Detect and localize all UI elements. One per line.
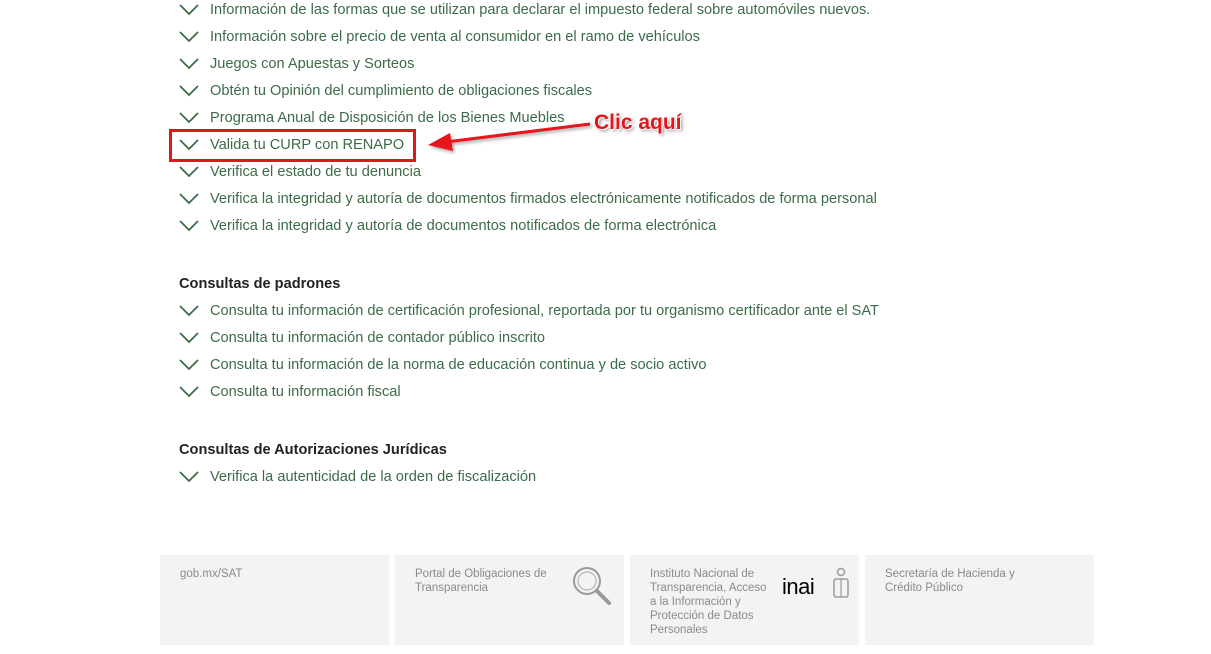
list-item[interactable]: Verifica la autenticidad de la orden de … [178,467,536,494]
chevron-down-icon [179,58,199,70]
list-item[interactable]: Obtén tu Opinión del cumplimiento de obl… [178,81,877,108]
chevron-down-icon [179,193,199,205]
list-item[interactable]: Verifica la integridad y autoría de docu… [178,216,877,243]
list-item-label: Consulta tu información de la norma de e… [210,357,707,373]
autorizaciones-list: Verifica la autenticidad de la orden de … [178,467,536,494]
list-item-label: Obtén tu Opinión del cumplimiento de obl… [210,83,593,99]
chevron-down-icon [179,112,199,124]
chevron-down-icon [179,166,199,178]
chevron-down-icon [179,332,199,344]
footer-link-text: Instituto Nacional de Transparencia, Acc… [650,568,767,636]
list-item[interactable]: Verifica el estado de tu denuncia [178,162,877,189]
list-item[interactable]: Consulta tu información de la norma de e… [178,355,879,382]
list-item-label: Programa Anual de Disposición de los Bie… [210,110,565,126]
chevron-down-icon [179,4,199,16]
list-item[interactable]: Verifica la integridad y autoría de docu… [178,189,877,216]
list-item[interactable]: Juegos con Apuestas y Sorteos [178,54,877,81]
list-item-label: Verifica la autenticidad de la orden de … [210,469,537,485]
annotation-label: Clic aquí [594,111,682,134]
section-title-autorizaciones: Consultas de Autorizaciones Jurídicas [179,442,447,458]
list-item-label: Consulta tu información de certificación… [210,303,879,319]
list-item[interactable]: Consulta tu información de certificación… [178,301,879,328]
list-item[interactable]: Información sobre el precio de venta al … [178,27,877,54]
chevron-down-icon [179,305,199,317]
padrones-list: Consulta tu información de certificación… [178,301,879,409]
list-item-label: Información de las formas que se utiliza… [210,2,871,18]
list-item-label: Consulta tu información de contador públ… [210,330,546,346]
chevron-down-icon [179,220,199,232]
inai-logo-icon: inai [782,567,849,599]
footer-link-gob-sat[interactable]: gob.mx/SAT [160,555,389,645]
chevron-down-icon [179,386,199,398]
list-item-label: Información sobre el precio de venta al … [210,29,700,45]
chevron-down-icon [179,471,199,483]
list-item-label: Verifica la integridad y autoría de docu… [210,218,717,234]
chevron-down-icon [179,85,199,97]
section-title-padrones: Consultas de padrones [179,276,341,292]
footer-link-shcp[interactable]: Secretaría de Hacienda y Crédito Público [865,555,1094,645]
list-item-label: Verifica la integridad y autoría de docu… [210,191,877,207]
inai-logo-text: inai [782,574,814,599]
list-item-label: Consulta tu información fiscal [210,384,401,400]
footer-link-transparencia[interactable]: Portal de Obligaciones de Transparencia [395,555,624,645]
footer-link-inai[interactable]: Instituto Nacional de Transparencia, Acc… [630,555,859,645]
list-item[interactable]: Información de las formas que se utiliza… [178,0,877,27]
footer-link-text: Portal de Obligaciones de Transparencia [415,568,547,594]
chevron-down-icon [179,31,199,43]
list-item-label: Verifica el estado de tu denuncia [210,164,421,180]
footer-link-text: gob.mx/SAT [180,568,243,580]
magnifier-icon [573,567,611,605]
footer-link-text: Secretaría de Hacienda y Crédito Público [885,568,1015,594]
list-item[interactable]: Consulta tu información de contador públ… [178,328,879,355]
list-item-label: Juegos con Apuestas y Sorteos [210,56,415,72]
chevron-down-icon [179,359,199,371]
highlight-box [169,129,416,162]
list-item[interactable]: Consulta tu información fiscal [178,382,879,409]
services-list: Información de las formas que se utiliza… [178,0,877,243]
